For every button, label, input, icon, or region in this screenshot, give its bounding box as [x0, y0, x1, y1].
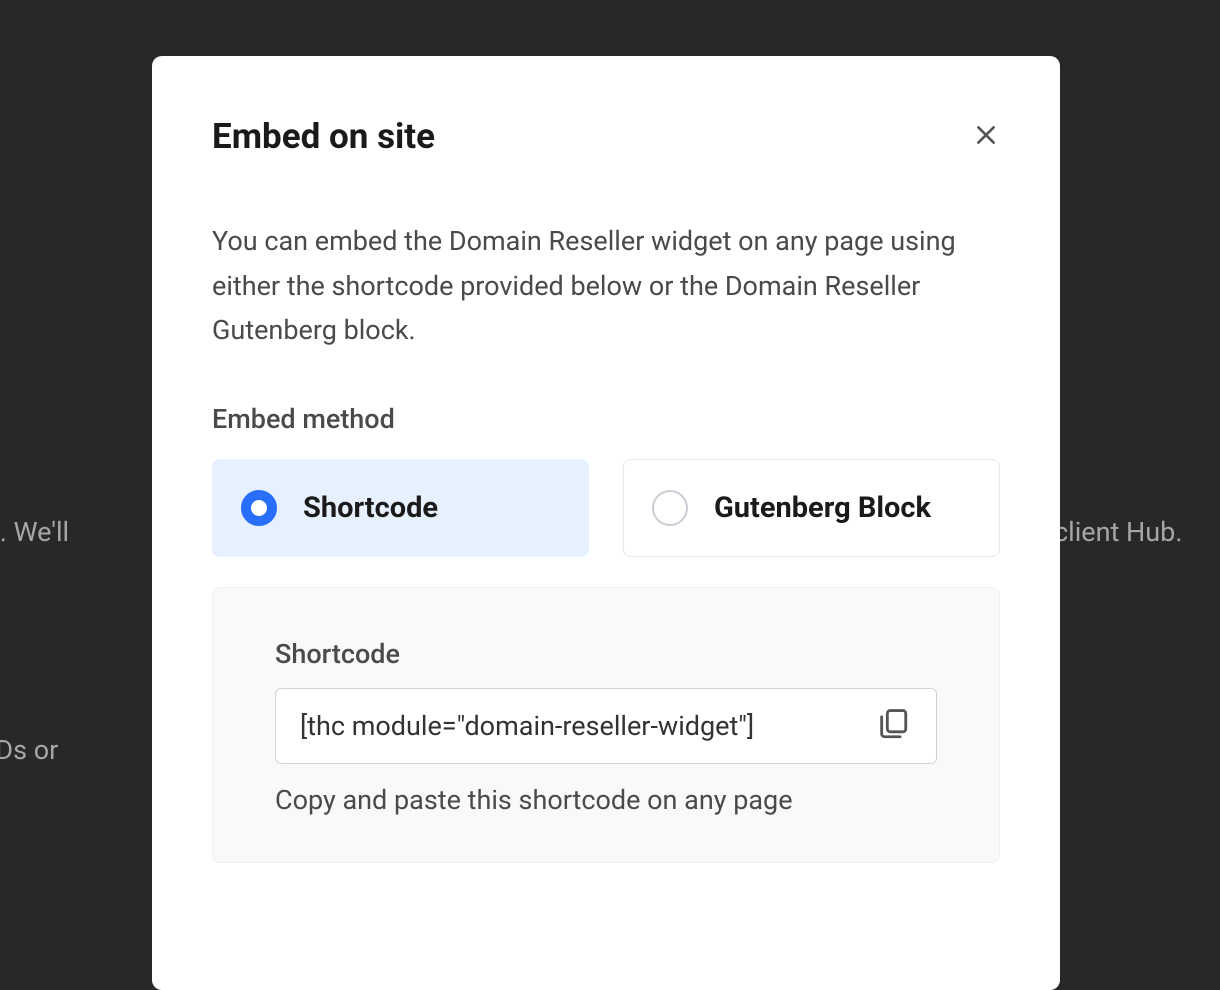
option-shortcode[interactable]: Shortcode: [212, 459, 589, 557]
close-button[interactable]: [972, 123, 1000, 151]
shortcode-label: Shortcode: [275, 638, 937, 670]
copy-button[interactable]: [874, 707, 912, 745]
shortcode-input-wrap: [275, 688, 937, 764]
radio-icon: [652, 490, 688, 526]
shortcode-help-text: Copy and paste this shortcode on any pag…: [275, 784, 937, 816]
embed-method-options: Shortcode Gutenberg Block: [212, 459, 1000, 557]
copy-icon: [876, 707, 910, 744]
shortcode-input[interactable]: [300, 710, 874, 742]
background-text: ore TLDs or: [0, 734, 58, 766]
modal-header: Embed on site: [212, 116, 1000, 157]
embed-method-label: Embed method: [212, 403, 1000, 435]
option-shortcode-label: Shortcode: [303, 491, 438, 525]
modal-title: Embed on site: [212, 116, 435, 157]
close-icon: [973, 122, 999, 151]
background-text: client Hub.: [1054, 516, 1182, 548]
background-text: nt Hub. We'll: [0, 516, 69, 548]
embed-modal: Embed on site You can embed the Domain R…: [152, 56, 1060, 990]
modal-description: You can embed the Domain Reseller widget…: [212, 219, 1000, 353]
shortcode-panel: Shortcode Copy and paste this shortcode …: [212, 587, 1000, 863]
radio-icon: [241, 490, 277, 526]
option-gutenberg-block[interactable]: Gutenberg Block: [623, 459, 1000, 557]
option-gutenberg-label: Gutenberg Block: [714, 491, 931, 525]
